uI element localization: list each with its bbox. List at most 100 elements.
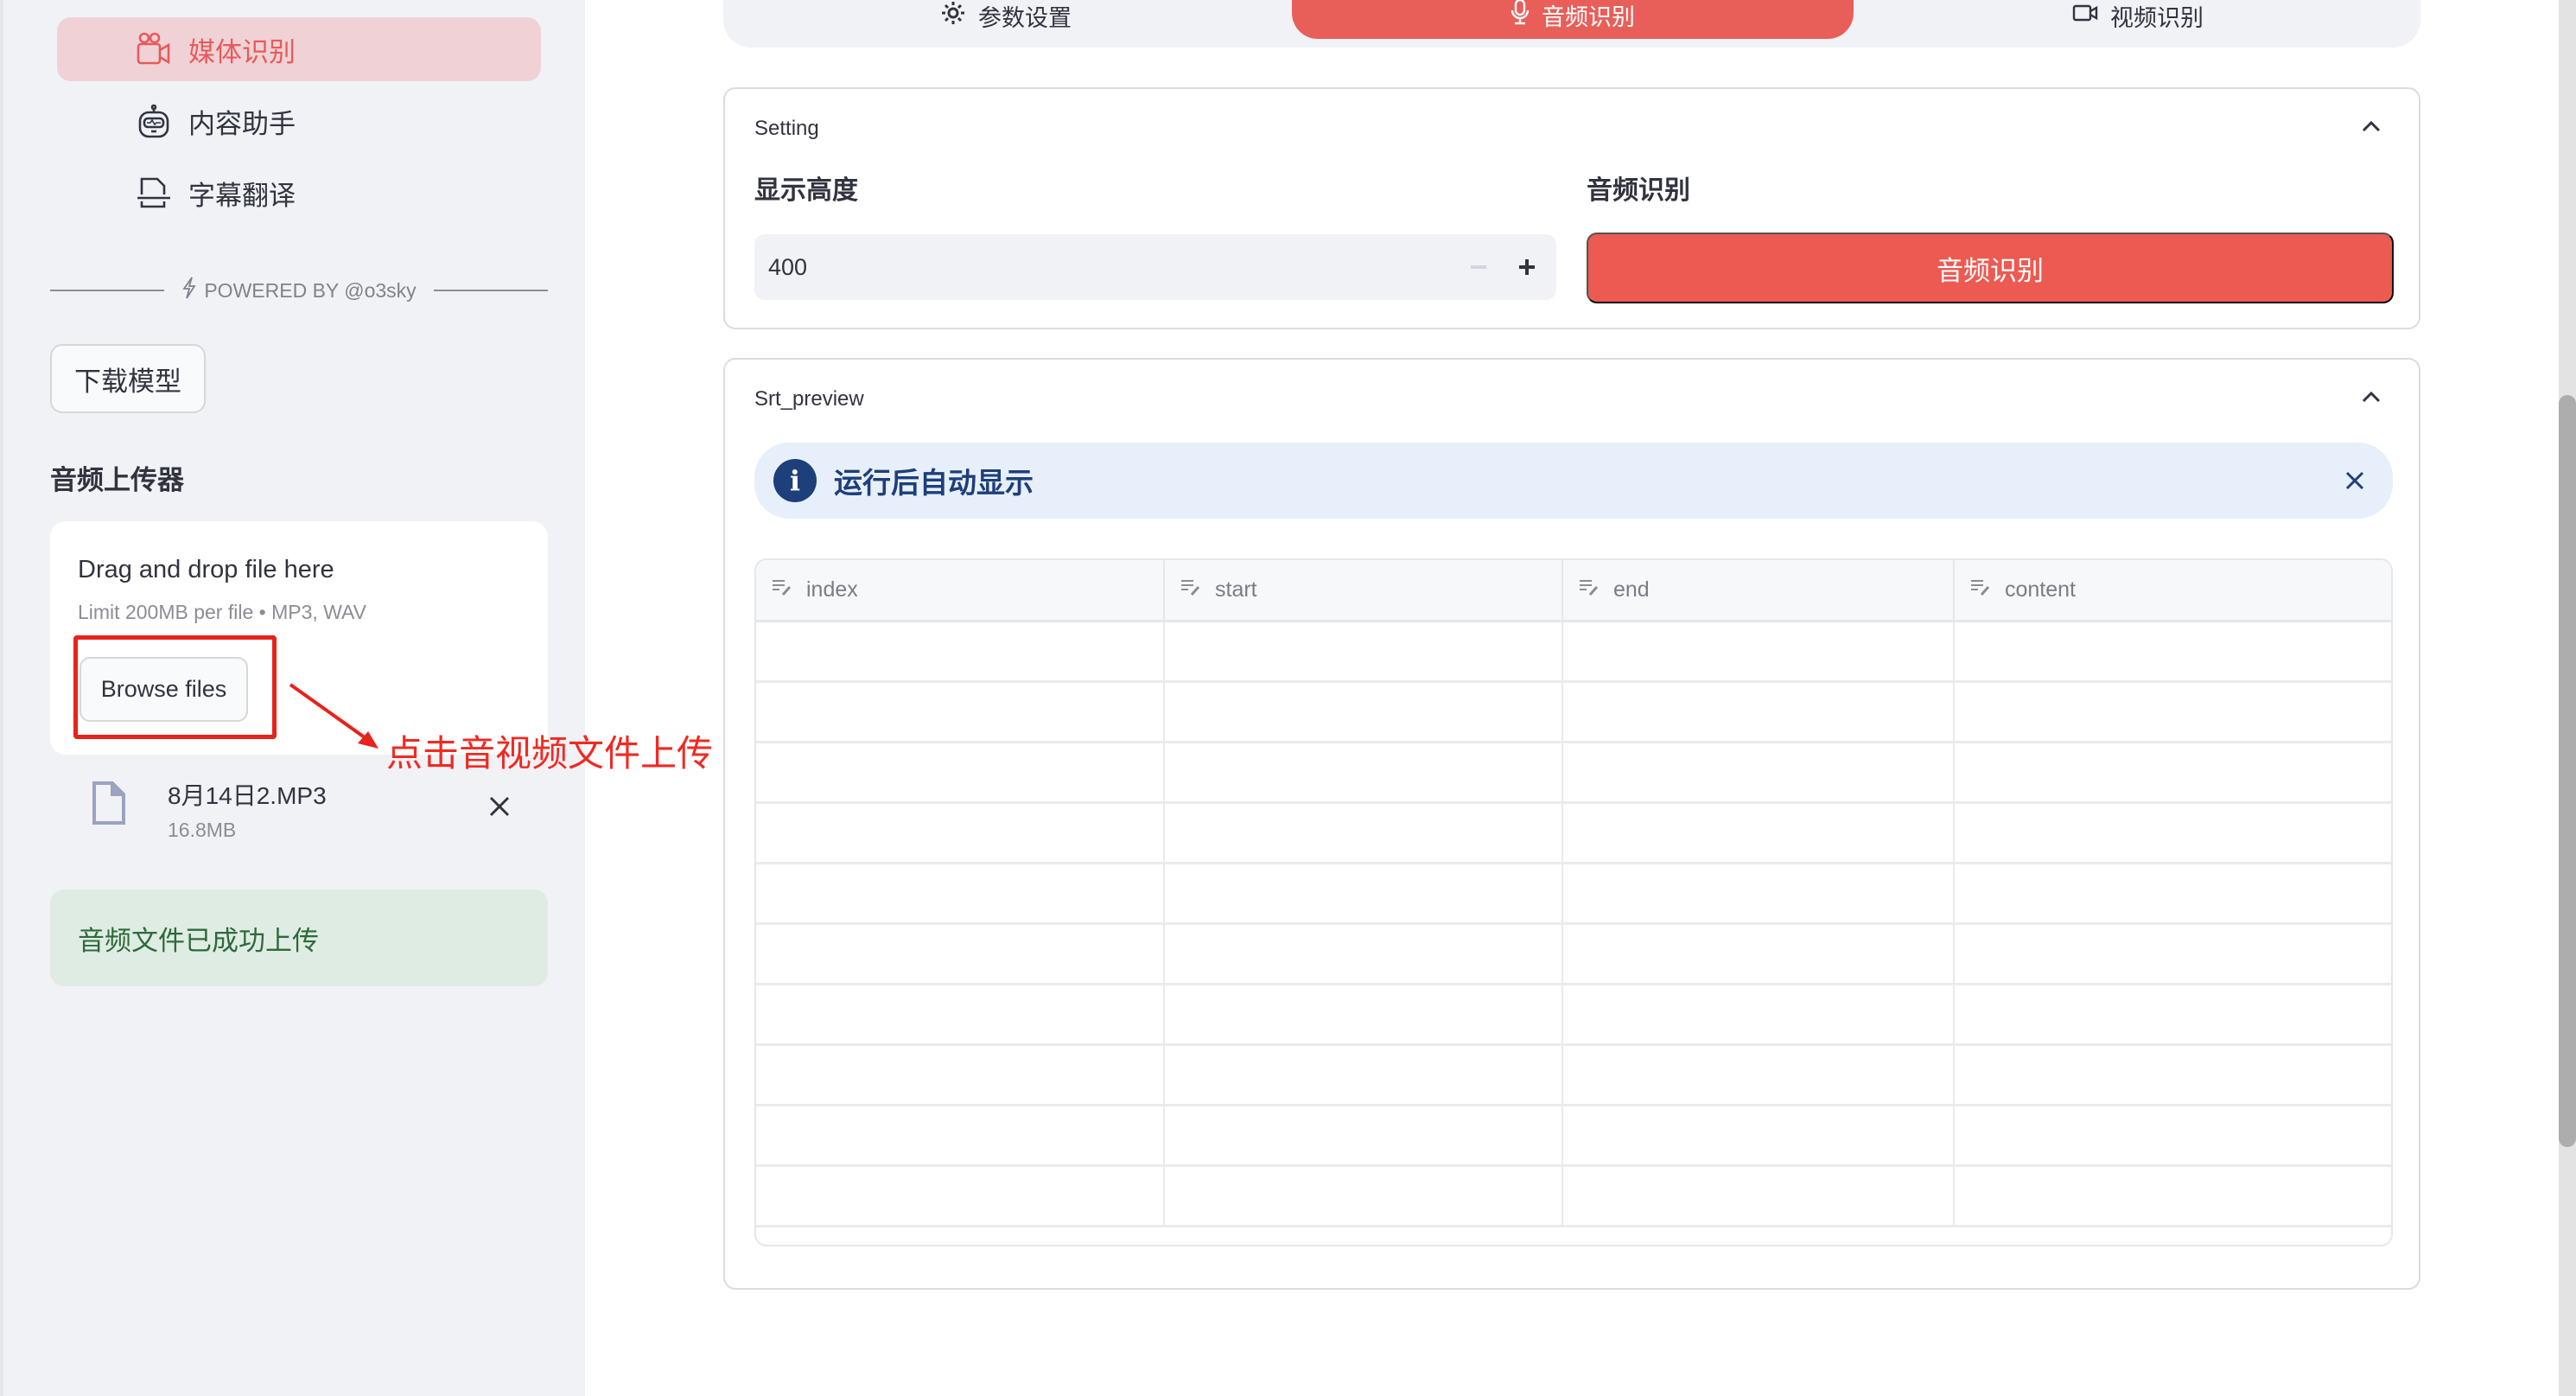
table-cell-start[interactable] — [1164, 802, 1563, 864]
close-icon — [2345, 471, 2364, 490]
divider-line — [50, 290, 165, 291]
table-cell-start[interactable] — [1164, 984, 1563, 1046]
table-cell-index[interactable] — [756, 1165, 1165, 1227]
column-header-content[interactable]: content — [1954, 560, 2391, 622]
sidebar-item-subtitle-translation[interactable]: 字幕翻译 — [57, 161, 541, 225]
column-header-start[interactable]: start — [1164, 560, 1563, 622]
table-cell-start[interactable] — [1164, 1105, 1563, 1167]
uploader-title: 音频上传器 — [50, 465, 184, 495]
table-cell-index[interactable] — [756, 802, 1165, 864]
tab-parameter-settings[interactable]: 参数设置 — [723, 0, 1288, 40]
sidebar-item-content-assistant[interactable]: 内容助手 — [57, 89, 541, 153]
table-cell-index[interactable] — [756, 681, 1165, 743]
table-cell-index[interactable] — [756, 984, 1165, 1046]
table-cell-content[interactable] — [1954, 742, 2391, 804]
table-cell-end[interactable] — [1562, 802, 1955, 864]
table-cell-index[interactable] — [756, 923, 1165, 985]
lightning-icon — [181, 277, 197, 304]
sidebar-item-label: 字幕翻译 — [188, 180, 296, 211]
uploaded-file-item: 8月14日2.MP3 16.8MB — [50, 765, 548, 851]
tab-label: 音频识别 — [1542, 4, 1635, 30]
video-icon — [2072, 3, 2098, 29]
collapse-setting-button[interactable] — [2358, 113, 2384, 139]
decrement-button[interactable] — [1461, 250, 1496, 284]
table-cell-end[interactable] — [1562, 621, 1955, 683]
table-cell-index[interactable] — [756, 742, 1165, 804]
table-cell-index[interactable] — [756, 621, 1165, 683]
table-cell-index[interactable] — [756, 863, 1165, 925]
table-cell-end[interactable] — [1562, 1105, 1955, 1167]
table-cell-content[interactable] — [1954, 802, 2391, 864]
table-cell-content[interactable] — [1954, 1044, 2391, 1106]
table-cell-start[interactable] — [1164, 621, 1563, 683]
table-cell-start[interactable] — [1164, 1044, 1563, 1106]
dropzone-title: Drag and drop file here — [78, 556, 334, 583]
srt-data-table[interactable]: index start end content — [754, 558, 2393, 1246]
table-cell-start[interactable] — [1164, 681, 1563, 743]
subtitle-file-icon — [137, 175, 171, 210]
column-header-label: content — [2005, 577, 2077, 602]
close-icon — [489, 796, 510, 817]
tab-label: 参数设置 — [978, 4, 1072, 31]
remove-file-button[interactable] — [482, 789, 517, 824]
display-height-field[interactable] — [768, 234, 1373, 300]
sidebar-item-media-recognition[interactable]: 媒体识别 — [57, 17, 541, 81]
info-alert: i 运行后自动显示 — [754, 443, 2393, 519]
srt-preview-title: Srt_preview — [754, 387, 864, 411]
increment-button[interactable] — [1510, 250, 1544, 284]
sidebar-item-label: 媒体识别 — [188, 36, 296, 67]
table-cell-content[interactable] — [1954, 1105, 2391, 1167]
column-header-label: end — [1613, 577, 1650, 602]
chevron-up-icon — [2362, 120, 2381, 132]
tab-video-recognition[interactable]: 视频识别 — [1855, 0, 2420, 40]
table-cell-end[interactable] — [1562, 1165, 1955, 1227]
column-header-end[interactable]: end — [1562, 560, 1955, 622]
table-row — [756, 742, 2391, 804]
table-cell-content[interactable] — [1954, 923, 2391, 985]
column-header-label: start — [1215, 577, 1257, 602]
microphone-icon — [1511, 0, 1530, 31]
info-message: 运行后自动显示 — [834, 467, 1034, 499]
table-cell-index[interactable] — [756, 1105, 1165, 1167]
table-cell-start[interactable] — [1164, 742, 1563, 804]
table-cell-end[interactable] — [1562, 984, 1955, 1046]
scrollbar-thumb[interactable] — [2559, 395, 2576, 1147]
table-cell-end[interactable] — [1562, 923, 1955, 985]
table-cell-content[interactable] — [1954, 621, 2391, 683]
display-height-label: 显示高度 — [754, 176, 858, 205]
table-row — [756, 984, 2391, 1046]
table-cell-index[interactable] — [756, 1044, 1165, 1106]
sidebar-item-label: 内容助手 — [188, 108, 296, 139]
table-cell-end[interactable] — [1562, 1044, 1955, 1106]
table-cell-end[interactable] — [1562, 681, 1955, 743]
editable-column-icon — [772, 577, 794, 602]
table-cell-content[interactable] — [1954, 863, 2391, 925]
editable-column-icon — [1579, 577, 1601, 602]
editable-column-icon — [1180, 577, 1203, 602]
minus-icon — [1471, 265, 1486, 269]
editable-column-icon — [1970, 577, 1993, 602]
tab-audio-recognition[interactable]: 音频识别 — [1292, 0, 1854, 39]
collapse-preview-button[interactable] — [2358, 384, 2384, 410]
powered-by-text: POWERED BY @o3sky — [204, 278, 417, 302]
table-cell-content[interactable] — [1954, 1165, 2391, 1227]
powered-by-divider: POWERED BY @o3sky — [50, 275, 549, 306]
table-cell-start[interactable] — [1164, 923, 1563, 985]
table-row — [756, 863, 2391, 925]
table-cell-content[interactable] — [1954, 681, 2391, 743]
audio-recognition-button[interactable]: 音频识别 — [1587, 233, 2394, 303]
table-cell-start[interactable] — [1164, 863, 1563, 925]
dismiss-info-button[interactable] — [2337, 463, 2372, 498]
video-camera-icon — [137, 32, 171, 67]
table-row — [756, 923, 2391, 985]
download-model-button[interactable]: 下载模型 — [50, 344, 206, 413]
table-cell-end[interactable] — [1562, 863, 1955, 925]
table-cell-content[interactable] — [1954, 984, 2391, 1046]
info-icon: i — [773, 459, 817, 502]
srt-preview-card: Srt_preview i 运行后自动显示 index start end conte… — [723, 358, 2420, 1290]
tab-label: 视频识别 — [2110, 4, 2204, 31]
column-header-index[interactable]: index — [756, 560, 1165, 622]
table-cell-start[interactable] — [1164, 1165, 1563, 1227]
table-cell-end[interactable] — [1562, 742, 1955, 804]
plus-icon — [1519, 259, 1535, 275]
